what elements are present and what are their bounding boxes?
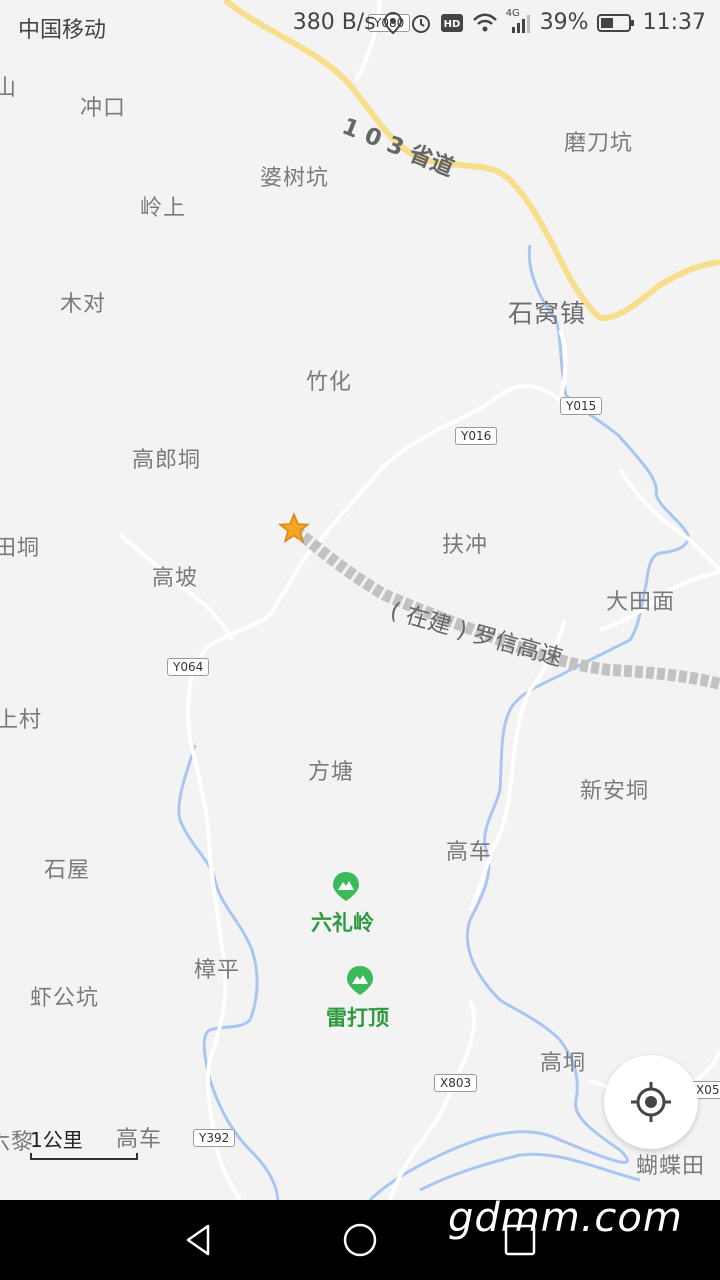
locate-me-button[interactable]	[604, 1055, 698, 1149]
crosshair-icon	[631, 1082, 671, 1122]
cellular-signal-icon: 4G	[506, 8, 532, 34]
place-label[interactable]: 扶冲	[442, 527, 488, 559]
status-bar: 中国移动 380 B/s HD 4G 39% 11:37	[0, 0, 720, 50]
mountain-icon[interactable]	[331, 871, 361, 901]
place-label[interactable]: 樟平	[194, 952, 240, 984]
town-label[interactable]: 石窝镇	[508, 294, 586, 330]
home-icon[interactable]	[340, 1220, 380, 1260]
battery-icon	[596, 13, 634, 32]
back-icon[interactable]	[180, 1220, 220, 1260]
place-label[interactable]: 高垌	[540, 1045, 586, 1077]
network-speed: 380 B/s	[292, 10, 376, 35]
place-label[interactable]: 新安垌	[580, 773, 649, 805]
alarm-icon	[411, 14, 430, 33]
place-label[interactable]: 方塘	[308, 754, 354, 786]
svg-text:HD: HD	[443, 19, 460, 30]
road-shield-y015: Y015	[560, 397, 603, 415]
scale-label: 1公里	[30, 1128, 83, 1152]
place-label[interactable]: 六黎	[0, 1124, 34, 1156]
hd-icon: HD	[440, 13, 463, 32]
place-label[interactable]: 上村	[0, 702, 42, 734]
location-icon	[383, 11, 402, 34]
place-label[interactable]: 磨刀坑	[564, 125, 633, 157]
road-shield-y392: Y392	[193, 1129, 236, 1147]
place-label[interactable]: 高车	[446, 834, 492, 866]
map-view[interactable]: 1 0 3 省道 ( 在建 ) 罗信高速 Y080 Y015 Y016 Y064…	[0, 0, 720, 1200]
road-shield-y016: Y016	[455, 427, 498, 445]
place-label[interactable]: 大田面	[606, 584, 675, 616]
scale-bar	[30, 1153, 138, 1160]
place-label[interactable]: 婆树坑	[260, 160, 329, 192]
road-shield-y064: Y064	[167, 658, 210, 676]
place-label[interactable]: 竹化	[306, 364, 352, 396]
place-label[interactable]: 虾公坑	[30, 980, 99, 1012]
place-label[interactable]: 田垌	[0, 530, 40, 562]
rivers	[177, 244, 690, 1200]
carrier-label: 中国移动	[18, 18, 107, 43]
watermark: gdmm.com	[448, 1195, 683, 1241]
mountain-icon[interactable]	[345, 965, 375, 995]
wifi-icon	[472, 13, 497, 31]
place-label[interactable]: 岭上	[140, 190, 186, 222]
place-label[interactable]: 高车	[116, 1121, 162, 1153]
place-label[interactable]: 冲口	[80, 90, 126, 122]
poi-label[interactable]: 雷打顶	[326, 1002, 389, 1032]
poi-label[interactable]: 六礼岭	[311, 907, 374, 937]
road-shield-x803: X803	[434, 1074, 478, 1092]
place-label[interactable]: 山	[0, 70, 17, 102]
battery-percent: 39%	[539, 10, 589, 35]
clock: 11:37	[642, 10, 706, 35]
place-label[interactable]: 木对	[60, 286, 106, 318]
place-label[interactable]: 高郎垌	[132, 442, 201, 474]
place-label[interactable]: 蝴蝶田	[636, 1148, 705, 1180]
place-label[interactable]: 高坡	[152, 560, 198, 592]
place-label[interactable]: 石屋	[44, 852, 90, 884]
status-icons: 380 B/s HD 4G 39% 11:37	[292, 8, 706, 36]
star-marker-icon[interactable]	[278, 512, 310, 544]
